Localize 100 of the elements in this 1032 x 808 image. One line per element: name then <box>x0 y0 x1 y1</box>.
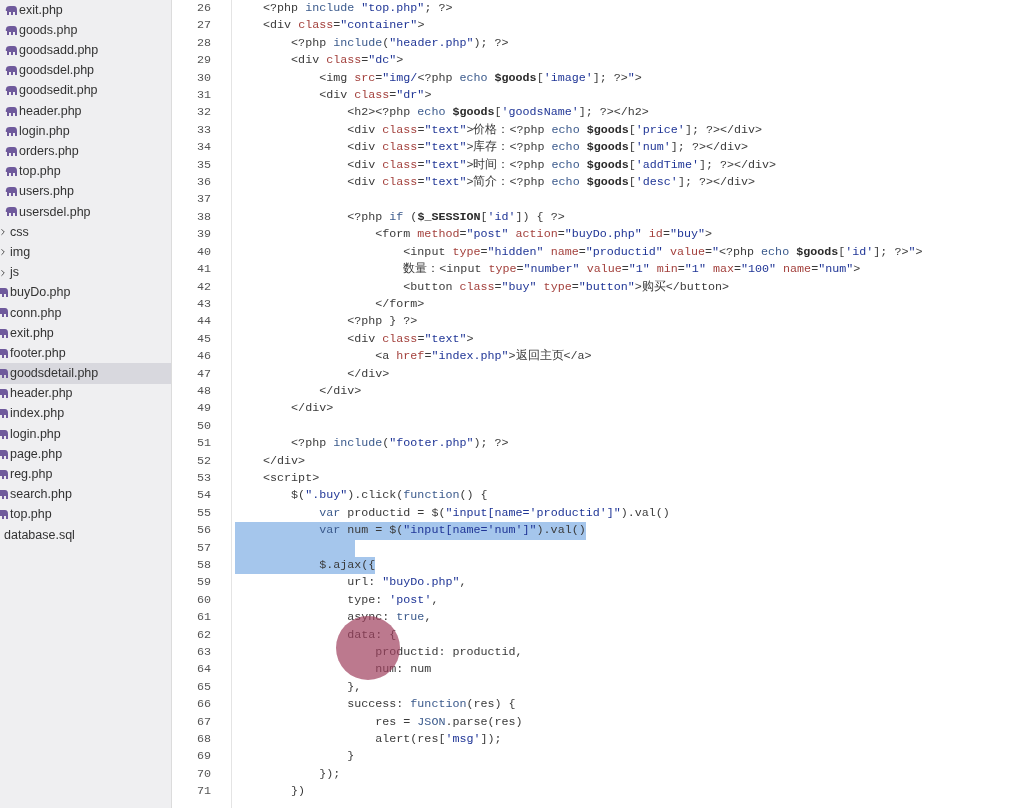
code-line: }, <box>346 678 362 696</box>
folder-item[interactable]: img <box>0 242 171 263</box>
line-number: 63 <box>196 644 211 662</box>
file-item[interactable]: login.php <box>0 121 171 142</box>
code-line: <script> <box>262 469 320 487</box>
line-number: 59 <box>196 574 211 592</box>
line-number: 54 <box>196 487 211 505</box>
elephant-icon <box>0 409 8 419</box>
elephant-icon <box>0 328 8 338</box>
file-item[interactable]: buyDo.php <box>0 282 171 303</box>
file-item[interactable]: goodsdel.php <box>0 60 171 81</box>
code-line: <a href="index.php">返回主页</a> <box>374 348 592 366</box>
code-line: <div class="dr"> <box>318 87 432 105</box>
elephant-icon <box>0 288 8 298</box>
line-number: 39 <box>196 226 211 244</box>
file-item[interactable]: conn.php <box>0 302 171 323</box>
folder-item[interactable]: js <box>0 262 171 283</box>
line-number: 58 <box>196 557 211 574</box>
code-line: </form> <box>374 295 425 313</box>
line-number: 67 <box>196 713 211 731</box>
line-number: 33 <box>196 121 211 139</box>
line-number: 42 <box>196 278 211 296</box>
elephant-icon <box>5 45 17 55</box>
code-line: <?php include "top.php"; ?> <box>262 0 453 17</box>
line-number: 43 <box>196 295 211 313</box>
elephant-icon <box>0 469 8 479</box>
line-number: 60 <box>196 591 211 609</box>
code-line: $(".buy").click(function() { <box>290 487 488 505</box>
line-number: 48 <box>196 382 211 400</box>
line-number: 64 <box>196 661 211 679</box>
file-item[interactable]: usersdel.php <box>0 201 171 223</box>
code-line: </div> <box>262 452 306 470</box>
code-line: <h2><?php echo $goods['goodsName']; ?></h2> <box>346 104 649 122</box>
file-item[interactable]: top.php <box>0 504 171 525</box>
file-item[interactable]: goodsadd.php <box>0 40 171 61</box>
code-line: <div class="text">简介：<?php echo $goods['desc']; ?></div> <box>346 174 756 192</box>
file-item[interactable]: database.sql <box>0 524 171 546</box>
file-item[interactable]: header.php <box>0 383 171 404</box>
file-item[interactable]: users.php <box>0 181 171 202</box>
elephant-icon <box>5 86 17 96</box>
file-item[interactable]: exit.php <box>0 0 171 21</box>
elephant-icon <box>0 348 8 358</box>
code-line: var productid = $("input[name='productid']").val() <box>318 504 670 522</box>
line-number: 70 <box>196 765 211 783</box>
file-item[interactable]: header.php <box>0 100 171 122</box>
code-line: res = JSON.parse(res) <box>374 713 523 731</box>
code-line: </div> <box>318 382 362 400</box>
code-line: <button class="buy" type="button">购买</button> <box>402 278 729 296</box>
code-line: <img src="img/<?php echo $goods['image']; ?>"> <box>318 69 642 87</box>
line-number: 47 <box>196 365 211 383</box>
file-item[interactable]: goodsedit.php <box>0 80 171 101</box>
elephant-icon <box>5 187 17 197</box>
elephant-icon <box>0 510 8 520</box>
code-line: url: "buyDo.php", <box>346 574 467 592</box>
line-number: 40 <box>196 243 211 261</box>
code-line: </div> <box>346 365 390 383</box>
line-number: 45 <box>196 330 211 348</box>
line-number: 66 <box>196 696 211 714</box>
code-line: <?php if ($_SESSION['id']) { ?> <box>346 208 565 226</box>
code-line: </div> <box>290 400 334 418</box>
line-number: 44 <box>196 313 211 331</box>
line-number: 53 <box>196 469 211 487</box>
line-number: 26 <box>196 0 211 17</box>
line-number: 29 <box>196 52 211 70</box>
line-number: 37 <box>196 191 211 209</box>
elephant-icon <box>0 449 8 459</box>
chevron-right-icon <box>0 247 8 258</box>
file-item[interactable]: index.php <box>0 403 171 424</box>
line-number: 34 <box>196 139 211 157</box>
file-item[interactable]: page.php <box>0 444 171 465</box>
line-number: 35 <box>196 156 211 174</box>
chevron-right-icon <box>0 267 8 278</box>
file-item[interactable]: reg.php <box>0 464 171 485</box>
elephant-icon <box>5 106 17 116</box>
elephant-icon <box>5 25 17 35</box>
code-line: }) <box>290 783 306 801</box>
line-number: 38 <box>196 208 211 226</box>
file-item[interactable]: top.php <box>0 161 171 182</box>
file-item[interactable]: search.php <box>0 484 171 505</box>
code-line: <div class="text">库存：<?php echo $goods['num']; ?></div> <box>346 139 748 157</box>
line-number: 30 <box>196 69 211 87</box>
file-item[interactable]: goods.php <box>0 20 171 41</box>
line-number: 65 <box>196 678 211 696</box>
code-line: <div class="text">时间：<?php echo $goods['addTime']; ?></div> <box>346 156 777 174</box>
line-number: 27 <box>196 17 211 35</box>
file-item[interactable]: goodsdetail.php <box>0 363 171 384</box>
elephant-icon <box>5 66 17 76</box>
folder-item[interactable]: css <box>0 222 171 243</box>
elephant-icon <box>5 146 17 156</box>
elephant-icon <box>5 167 17 177</box>
file-item[interactable]: login.php <box>0 423 171 445</box>
line-number: 41 <box>196 261 211 279</box>
code-line: <?php include("footer.php"); ?> <box>290 435 509 453</box>
file-item[interactable]: orders.php <box>0 141 171 162</box>
file-item[interactable]: footer.php <box>0 343 171 364</box>
line-number: 55 <box>196 504 211 522</box>
file-item[interactable]: exit.php <box>0 323 171 344</box>
line-number: 49 <box>196 400 211 418</box>
chevron-right-icon <box>0 227 8 238</box>
elephant-icon <box>5 126 17 136</box>
